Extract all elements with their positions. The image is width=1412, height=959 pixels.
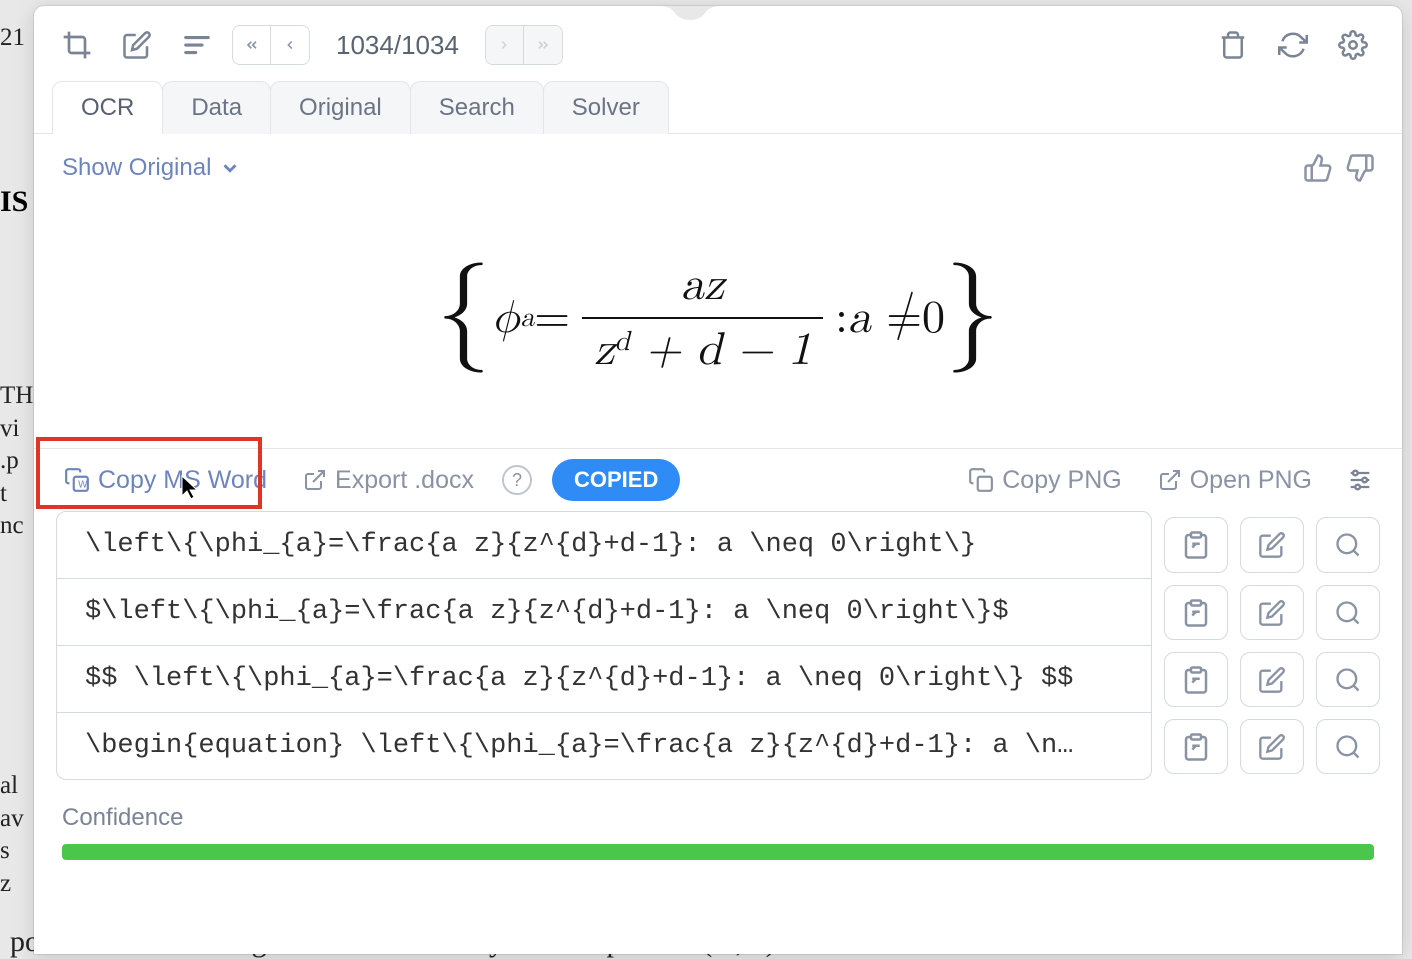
- search-latex-button[interactable]: [1316, 585, 1380, 640]
- latex-row: $\left\{\phi_{a}=\frac{a z}{z^{d}+d-1}: …: [56, 579, 1380, 646]
- crop-button[interactable]: [52, 20, 102, 70]
- edit-button[interactable]: [112, 20, 162, 70]
- pager-last-button[interactable]: [524, 26, 562, 64]
- pager: 1034/1034: [232, 25, 563, 65]
- latex-text[interactable]: \left\{\phi_{a}=\frac{a z}{z^{d}+d-1}: a…: [56, 511, 1152, 579]
- confidence-label: Confidence: [34, 780, 1402, 838]
- search-latex-button[interactable]: [1316, 719, 1380, 774]
- edit-latex-button[interactable]: [1240, 719, 1304, 774]
- tab-ocr[interactable]: OCR: [52, 81, 163, 134]
- confidence-bar: [62, 844, 1374, 860]
- pager-next-button[interactable]: [486, 26, 524, 64]
- delete-button[interactable]: [1208, 20, 1258, 70]
- export-docx-button[interactable]: Export .docx: [295, 460, 482, 501]
- pager-first-button[interactable]: [233, 26, 271, 64]
- settings-sliders-button[interactable]: [1340, 460, 1380, 500]
- latex-row: \left\{\phi_{a}=\frac{a z}{z^{d}+d-1}: a…: [56, 511, 1380, 579]
- latex-text[interactable]: $$ \left\{\phi_{a}=\frac{a z}{z^{d}+d-1}…: [56, 646, 1152, 713]
- search-latex-button[interactable]: [1316, 652, 1380, 707]
- tab-data[interactable]: Data: [162, 81, 271, 134]
- tab-original[interactable]: Original: [270, 81, 411, 134]
- copied-badge: COPIED: [552, 459, 680, 501]
- edit-latex-button[interactable]: [1240, 517, 1304, 573]
- bg-text-is: IS: [0, 185, 28, 219]
- svg-text:W: W: [78, 480, 88, 491]
- latex-text[interactable]: $\left\{\phi_{a}=\frac{a z}{z^{d}+d-1}: …: [56, 579, 1152, 646]
- pager-prev-button[interactable]: [271, 26, 309, 64]
- bg-text-topleft: 21: [0, 24, 25, 52]
- tab-bar: OCR Data Original Search Solver: [34, 80, 1402, 134]
- copy-clipboard-button[interactable]: [1164, 585, 1228, 640]
- refresh-button[interactable]: [1268, 20, 1318, 70]
- copy-clipboard-button[interactable]: [1164, 719, 1228, 774]
- copy-clipboard-button[interactable]: [1164, 652, 1228, 707]
- tab-solver[interactable]: Solver: [543, 81, 669, 134]
- search-latex-button[interactable]: [1316, 517, 1380, 573]
- tab-search[interactable]: Search: [410, 81, 544, 134]
- copy-clipboard-button[interactable]: [1164, 517, 1228, 573]
- edit-latex-button[interactable]: [1240, 652, 1304, 707]
- formula-display: { ϕa = az zd + d − 1 : a = 0 }: [34, 198, 1402, 448]
- panel-notch: [660, 6, 720, 20]
- sub-bar: Show Original: [34, 134, 1402, 198]
- latex-row: \begin{equation} \left\{\phi_{a}=\frac{a…: [56, 713, 1380, 780]
- thumbs-up-button[interactable]: [1298, 148, 1338, 188]
- copy-msword-button[interactable]: W Copy MS Word: [56, 460, 275, 501]
- latex-list: \left\{\phi_{a}=\frac{a z}{z^{d}+d-1}: a…: [34, 511, 1402, 780]
- edit-latex-button[interactable]: [1240, 585, 1304, 640]
- settings-button[interactable]: [1328, 20, 1378, 70]
- page-number: 1034/1034: [320, 30, 475, 61]
- open-png-button[interactable]: Open PNG: [1150, 460, 1320, 501]
- latex-row: $$ \left\{\phi_{a}=\frac{a z}{z^{d}+d-1}…: [56, 646, 1380, 713]
- help-button[interactable]: ?: [502, 465, 532, 495]
- copy-png-button[interactable]: Copy PNG: [960, 460, 1129, 501]
- latex-text[interactable]: \begin{equation} \left\{\phi_{a}=\frac{a…: [56, 713, 1152, 780]
- thumbs-down-button[interactable]: [1340, 148, 1380, 188]
- main-panel: 1034/1034 OCR Data Original Search Solv: [34, 6, 1402, 954]
- list-button[interactable]: [172, 20, 222, 70]
- mouse-cursor-icon: [180, 474, 202, 502]
- action-bar: W Copy MS Word Export .docx ? COPIED Cop…: [34, 448, 1402, 511]
- show-original-toggle[interactable]: Show Original: [62, 154, 241, 182]
